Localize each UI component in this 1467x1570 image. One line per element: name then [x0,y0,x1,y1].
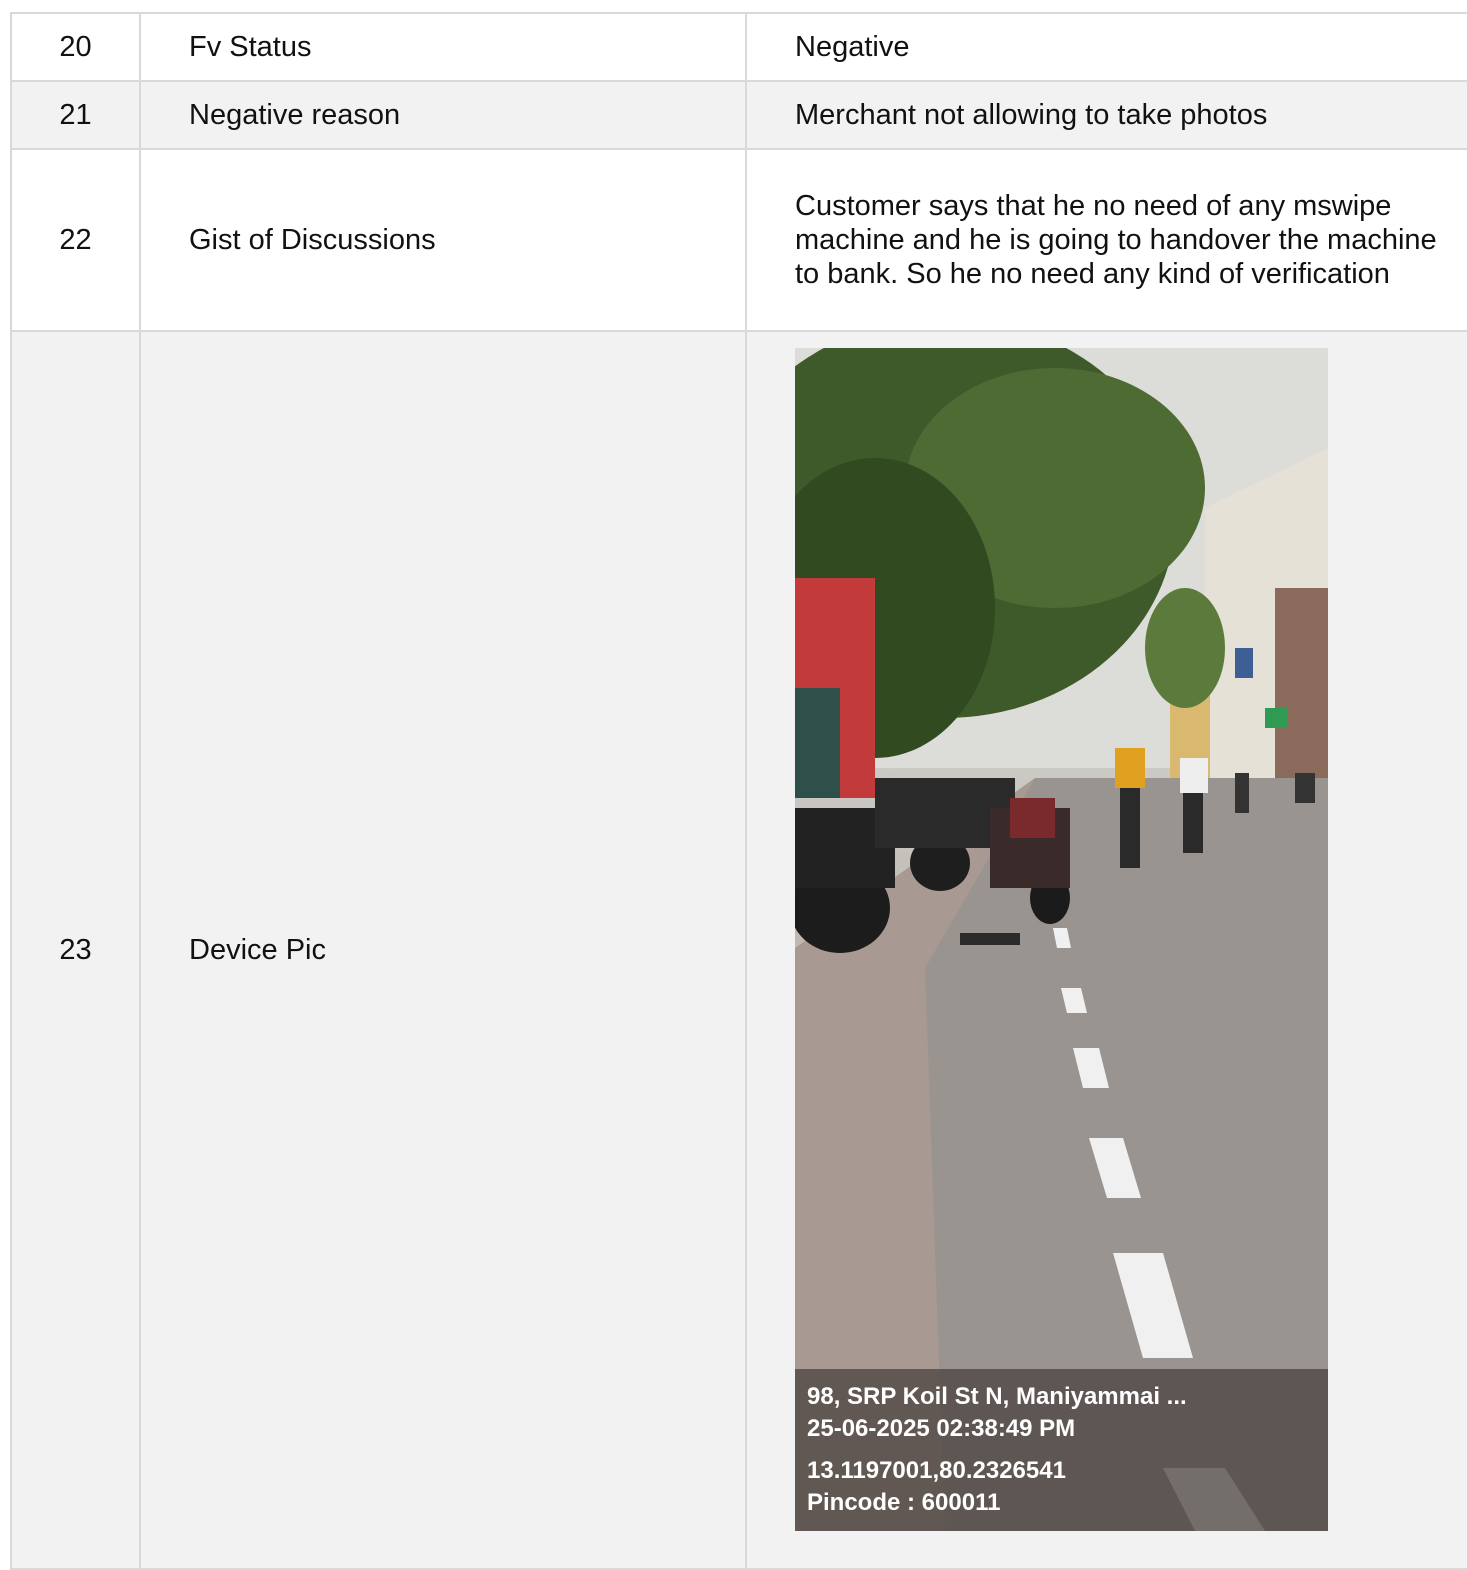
table-row: 23 Device Pic 98, SRP Koil St N, Maniyam… [10,330,1467,1570]
table-row: 21 Negative reason Merchant not allowing… [10,80,1467,150]
table-row: 20 Fv Status Negative [10,12,1467,82]
row-label: Negative reason [139,80,747,150]
device-pic-cell: 98, SRP Koil St N, Maniyammai ... 25-06-… [745,330,1467,1570]
row-value: Customer says that he no need of any msw… [745,148,1467,332]
photo-geotag-overlay: 98, SRP Koil St N, Maniyammai ... 25-06-… [795,1369,1328,1531]
row-number: 23 [10,330,141,1570]
row-label: Device Pic [139,330,747,1570]
row-number: 20 [10,12,141,82]
row-value: Merchant not allowing to take photos [745,80,1467,150]
verification-table: 20 Fv Status Negative 21 Negative reason… [10,12,1467,1570]
photo-coordinates: 13.1197001,80.2326541 [807,1457,1066,1484]
device-photo: 98, SRP Koil St N, Maniyammai ... 25-06-… [795,348,1328,1531]
row-label: Fv Status [139,12,747,82]
photo-address: 98, SRP Koil St N, Maniyammai ... [807,1383,1187,1410]
street-scene-image [795,348,1328,1531]
row-label: Gist of Discussions [139,148,747,332]
row-number: 22 [10,148,141,332]
row-number: 21 [10,80,141,150]
photo-datetime: 25-06-2025 02:38:49 PM [807,1415,1076,1442]
row-value: Negative [745,12,1467,82]
table-row: 22 Gist of Discussions Customer says tha… [10,148,1467,332]
photo-pincode: Pincode : 600011 [807,1489,1001,1516]
